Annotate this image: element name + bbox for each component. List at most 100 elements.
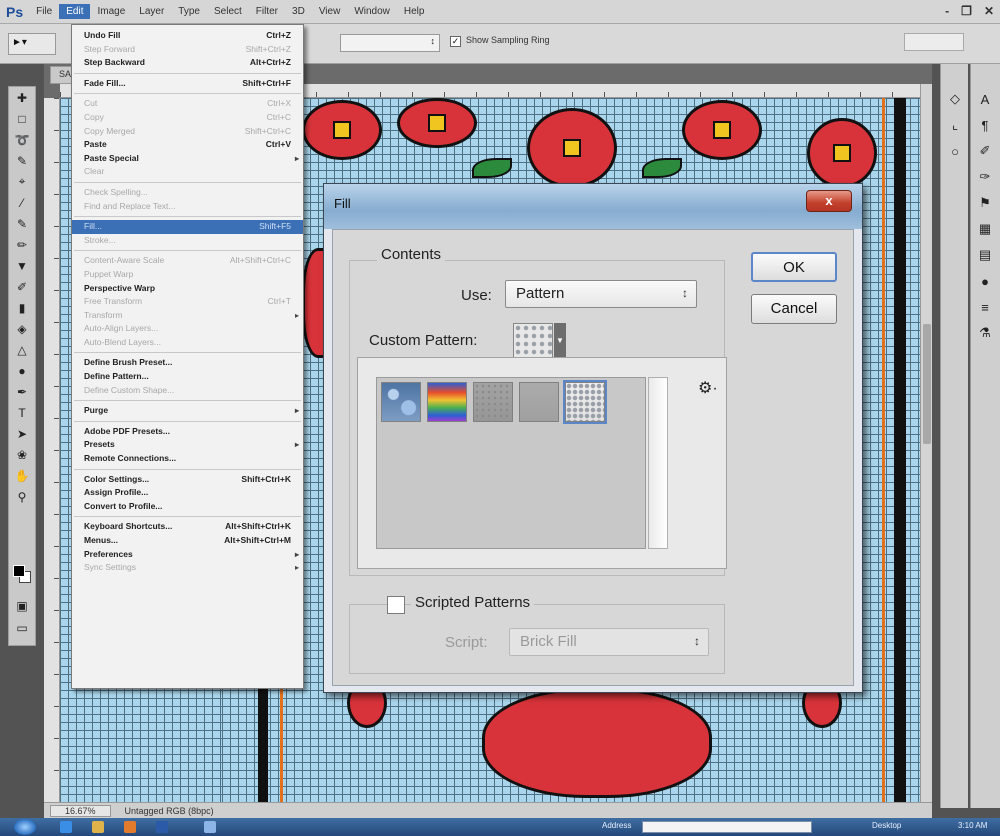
zoom-tool-icon[interactable]: ⚲ (9, 486, 35, 507)
menu-item-free-transform[interactable]: Free Transform Ctrl+T (72, 295, 303, 309)
media-icon[interactable] (124, 821, 136, 833)
pattern-swatch-gray-granite[interactable] (473, 382, 513, 422)
pen-tool-icon[interactable]: ✒ (9, 381, 35, 402)
menu-type[interactable]: Type (171, 4, 207, 19)
swatches-panel-icon[interactable]: ⌞ (941, 112, 969, 138)
foreground-color-swatch[interactable] (13, 565, 25, 577)
menu-item-copy[interactable]: Copy Ctrl+C (72, 111, 303, 125)
zoom-level[interactable]: 16.67% (50, 804, 111, 817)
menu-item-step-forward[interactable]: Step Forward Shift+Ctrl+Z (72, 43, 303, 57)
menu-item-copy-merged[interactable]: Copy Merged Shift+Ctrl+C (72, 125, 303, 139)
app-taskbar-icon[interactable] (204, 821, 216, 833)
menu-image[interactable]: Image (90, 4, 132, 19)
menu-item-menus[interactable]: Menus... Alt+Shift+Ctrl+M (72, 534, 303, 548)
shape-tool-icon[interactable]: ❀ (9, 444, 35, 465)
close-button[interactable]: x (806, 190, 852, 212)
menu-edit[interactable]: Edit (59, 4, 91, 19)
start-button[interactable] (14, 819, 36, 835)
marquee-tool-icon[interactable]: □ (9, 108, 35, 129)
minimize-button[interactable]: - (945, 4, 949, 18)
path-select-tool-icon[interactable]: ➤ (9, 423, 35, 444)
menu-item-define-brush-preset[interactable]: Define Brush Preset... (72, 356, 303, 370)
script-select[interactable]: Brick Fill (509, 628, 709, 656)
explorer-icon[interactable] (92, 821, 104, 833)
brush-panel-icon[interactable]: ✐ (971, 138, 999, 164)
address-field[interactable] (642, 821, 812, 833)
menu-item-paste-special[interactable]: Paste Special (72, 152, 303, 166)
menu-item-find-and-replace-text[interactable]: Find and Replace Text... (72, 200, 303, 214)
paragraph-panel-icon[interactable]: ¶ (971, 112, 999, 138)
menu-select[interactable]: Select (207, 4, 249, 19)
character-panel-icon[interactable]: A (971, 86, 999, 112)
brush-tool-icon[interactable]: ✏ (9, 234, 35, 255)
menu-item-presets[interactable]: Presets (72, 438, 303, 452)
histogram-panel-icon[interactable]: ▤ (971, 242, 999, 268)
quick-select-tool-icon[interactable]: ✎ (9, 150, 35, 171)
scroll-thumb[interactable] (923, 324, 931, 444)
menu-item-step-backward[interactable]: Step Backward Alt+Ctrl+Z (72, 56, 303, 70)
menu-item-clear[interactable]: Clear (72, 165, 303, 179)
menu-item-content-aware-scale[interactable]: Content-Aware Scale Alt+Shift+Ctrl+C (72, 254, 303, 268)
history-brush-tool-icon[interactable]: ✐ (9, 276, 35, 297)
dodge-tool-icon[interactable]: ● (9, 360, 35, 381)
eyedropper-tool-icon[interactable]: ⁄ (9, 192, 35, 213)
pattern-picker-arrow[interactable]: ▼ (554, 323, 566, 359)
eraser-tool-icon[interactable]: ▮ (9, 297, 35, 318)
menu-item-preferences[interactable]: Preferences (72, 548, 303, 562)
menu-item-keyboard-shortcuts[interactable]: Keyboard Shortcuts... Alt+Shift+Ctrl+K (72, 520, 303, 534)
layer-comps-panel-icon[interactable]: ▦ (971, 216, 999, 242)
close-window-button[interactable]: ✕ (984, 4, 994, 18)
blur-tool-icon[interactable]: △ (9, 339, 35, 360)
pattern-swatch-custom-dots[interactable] (563, 380, 607, 424)
crop-tool-icon[interactable]: ⌖ (9, 171, 35, 192)
stamp-tool-icon[interactable]: ▼ (9, 255, 35, 276)
tool-presets-panel-icon[interactable]: ⚑ (971, 190, 999, 216)
menu-item-perspective-warp[interactable]: Perspective Warp (72, 282, 303, 296)
menu-item-cut[interactable]: Cut Ctrl+X (72, 97, 303, 111)
pattern-list-scrollbar[interactable] (648, 377, 668, 549)
quick-mask-icon[interactable]: ▣ (9, 595, 35, 616)
menu-item-sync-settings[interactable]: Sync Settings (72, 561, 303, 575)
menu-item-paste[interactable]: Paste Ctrl+V (72, 138, 303, 152)
menu-item-color-settings[interactable]: Color Settings... Shift+Ctrl+K (72, 473, 303, 487)
menu-item-define-custom-shape[interactable]: Define Custom Shape... (72, 384, 303, 398)
tool-preset-picker[interactable]: ►▾ (8, 33, 56, 55)
menu-layer[interactable]: Layer (132, 4, 171, 19)
menu-item-adobe-pdf-presets[interactable]: Adobe PDF Presets... (72, 425, 303, 439)
desktop-label[interactable]: Desktop (872, 821, 901, 830)
lasso-tool-icon[interactable]: ➰ (9, 129, 35, 150)
show-sampling-ring-checkbox[interactable]: ✓ (450, 36, 461, 47)
menu-item-undo-fill[interactable]: Undo Fill Ctrl+Z (72, 29, 303, 43)
pattern-swatch-gray-paper[interactable] (519, 382, 559, 422)
menu-view[interactable]: View (312, 4, 348, 19)
gear-icon[interactable]: ⚙· (698, 378, 718, 398)
menu-item-auto-blend-layers[interactable]: Auto-Blend Layers... (72, 336, 303, 350)
hand-tool-icon[interactable]: ✋ (9, 465, 35, 486)
adjustments-panel-icon[interactable]: ○ (941, 138, 969, 164)
menu-item-fill[interactable]: Fill... Shift+F5 (72, 220, 303, 234)
menu-item-assign-profile[interactable]: Assign Profile... (72, 486, 303, 500)
vertical-scrollbar[interactable] (920, 84, 932, 802)
menu-file[interactable]: File (29, 4, 59, 19)
menu-filter[interactable]: Filter (249, 4, 285, 19)
menu-item-puppet-warp[interactable]: Puppet Warp (72, 268, 303, 282)
type-tool-icon[interactable]: T (9, 402, 35, 423)
workspace-switcher[interactable] (904, 33, 964, 51)
navigator-panel-icon[interactable]: ● (971, 268, 999, 294)
menu-item-check-spelling[interactable]: Check Spelling... (72, 186, 303, 200)
restore-button[interactable]: ❐ (961, 4, 972, 18)
sample-select[interactable] (340, 34, 440, 52)
use-select[interactable]: Pattern (505, 280, 697, 308)
photoshop-taskbar-icon[interactable] (156, 821, 168, 833)
menu-item-remote-connections[interactable]: Remote Connections... (72, 452, 303, 466)
actions-panel-icon[interactable]: ⚗ (971, 320, 999, 346)
pattern-swatch-bubbles[interactable] (381, 382, 421, 422)
menu-3d[interactable]: 3D (285, 4, 312, 19)
menu-item-stroke[interactable]: Stroke... (72, 234, 303, 248)
info-panel-icon[interactable]: ≡ (971, 294, 999, 320)
dialog-titlebar[interactable]: Fill x (324, 184, 862, 229)
ok-button[interactable]: OK (751, 252, 837, 282)
menu-item-convert-to-profile[interactable]: Convert to Profile... (72, 500, 303, 514)
menu-window[interactable]: Window (347, 4, 397, 19)
screen-mode-icon[interactable]: ▭ (9, 617, 35, 638)
